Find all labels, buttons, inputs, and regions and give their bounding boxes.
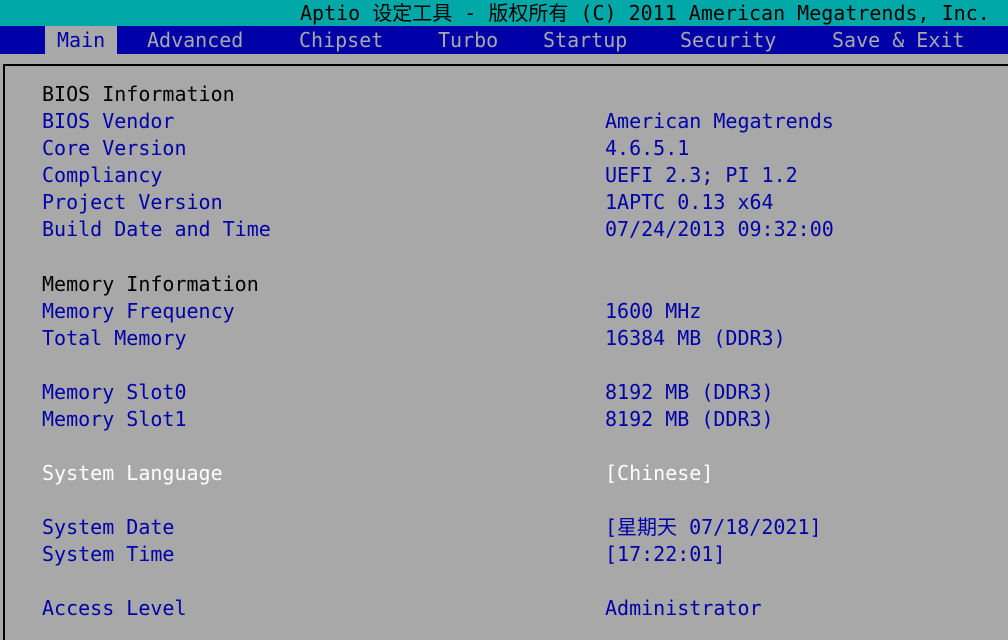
bios-vendor-label: BIOS Vendor xyxy=(42,109,175,133)
total-memory-label: Total Memory xyxy=(42,326,187,350)
tab-main[interactable]: Main xyxy=(45,26,118,54)
tab-turbo[interactable]: Turbo xyxy=(438,26,498,54)
tab-advanced[interactable]: Advanced xyxy=(147,26,243,54)
system-time-label[interactable]: System Time xyxy=(42,541,174,567)
system-time-value[interactable]: [17:22:01] xyxy=(605,541,725,567)
memory-slot1-value: 8192 MB (DDR3) xyxy=(605,407,774,431)
bios-information-heading: BIOS Information xyxy=(42,82,235,106)
bios-vendor-value: American Megatrends xyxy=(605,109,834,133)
compliancy-label: Compliancy xyxy=(42,163,163,187)
access-level-label: Access Level xyxy=(42,596,187,620)
build-date-label: Build Date and Time xyxy=(42,217,271,241)
title-text: Aptio 设定工具 - 版权所有 (C) 2011 American Mega… xyxy=(300,1,990,25)
tab-security[interactable]: Security xyxy=(680,26,776,54)
system-date-value[interactable]: [星期天 07/18/2021] xyxy=(605,514,822,540)
title-bar: Aptio 设定工具 - 版权所有 (C) 2011 American Mega… xyxy=(0,0,1008,26)
memory-frequency-value: 1600 MHz xyxy=(605,299,702,323)
memory-slot0-label: Memory Slot0 xyxy=(42,380,187,404)
tab-chipset[interactable]: Chipset xyxy=(299,26,383,54)
memory-information-heading: Memory Information xyxy=(42,272,259,296)
system-language-value[interactable]: [Chinese] xyxy=(605,460,713,486)
project-version-value: 1APTC 0.13 x64 xyxy=(605,190,774,214)
memory-frequency-label: Memory Frequency xyxy=(42,299,235,323)
bios-screen: Aptio 设定工具 - 版权所有 (C) 2011 American Mega… xyxy=(0,0,1008,640)
core-version-label: Core Version xyxy=(42,136,187,160)
system-date-label[interactable]: System Date xyxy=(42,514,174,540)
system-language-label[interactable]: System Language xyxy=(42,460,223,486)
menu-bar: Main Advanced Chipset Turbo Startup Secu… xyxy=(0,26,1008,54)
memory-slot1-label: Memory Slot1 xyxy=(42,407,187,431)
compliancy-value: UEFI 2.3; PI 1.2 xyxy=(605,163,798,187)
project-version-label: Project Version xyxy=(42,190,223,214)
tab-save-exit[interactable]: Save & Exit xyxy=(832,26,964,54)
tab-startup[interactable]: Startup xyxy=(543,26,627,54)
total-memory-value: 16384 MB (DDR3) xyxy=(605,326,786,350)
build-date-value: 07/24/2013 09:32:00 xyxy=(605,217,834,241)
core-version-value: 4.6.5.1 xyxy=(605,136,690,160)
memory-slot0-value: 8192 MB (DDR3) xyxy=(605,380,774,404)
access-level-value: Administrator xyxy=(605,596,762,620)
